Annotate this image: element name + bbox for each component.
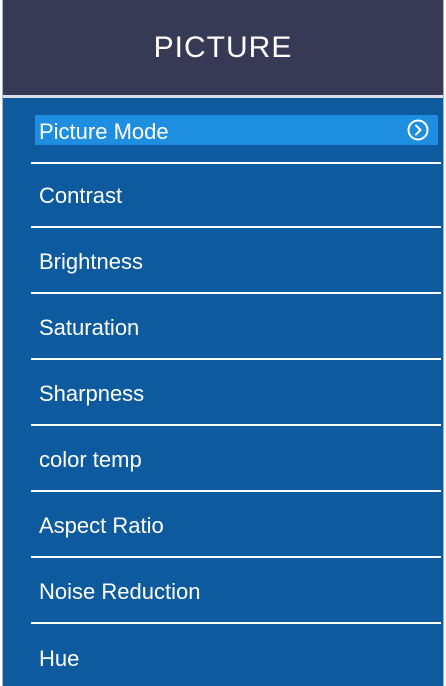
menu-item-brightness[interactable]: Brightness — [31, 232, 441, 294]
menu-item-label: Aspect Ratio — [39, 513, 164, 538]
menu-item-label: Sharpness — [39, 381, 145, 406]
menu-item-label: Picture Mode — [39, 119, 169, 144]
menu-item-contrast[interactable]: Contrast — [31, 166, 441, 228]
menu-item-sharpness[interactable]: Sharpness — [31, 364, 441, 426]
picture-menu: PICTURE Picture Mode Contrast Brightness… — [2, 0, 444, 686]
menu-item-aspect-ratio[interactable]: Aspect Ratio — [31, 496, 441, 558]
menu-item-label: Brightness — [39, 249, 143, 274]
menu-item-label: Hue — [39, 646, 80, 671]
menu-item-saturation[interactable]: Saturation — [31, 298, 441, 360]
menu-item-label: Noise Reduction — [39, 579, 201, 604]
menu-item-hue[interactable]: Hue — [31, 628, 441, 686]
menu-item-color-temp[interactable]: color temp — [31, 430, 441, 492]
menu-item-label: color temp — [39, 447, 142, 472]
menu-title: PICTURE — [153, 30, 293, 64]
menu-item-label: Contrast — [39, 183, 123, 208]
menu-item-picture-mode[interactable]: Picture Mode — [31, 102, 441, 164]
chevron-right-circle-icon[interactable] — [407, 119, 429, 141]
menu-item-noise-reduction[interactable]: Noise Reduction — [31, 562, 441, 624]
menu-header: PICTURE — [3, 0, 443, 98]
menu-item-label: Saturation — [39, 315, 140, 340]
